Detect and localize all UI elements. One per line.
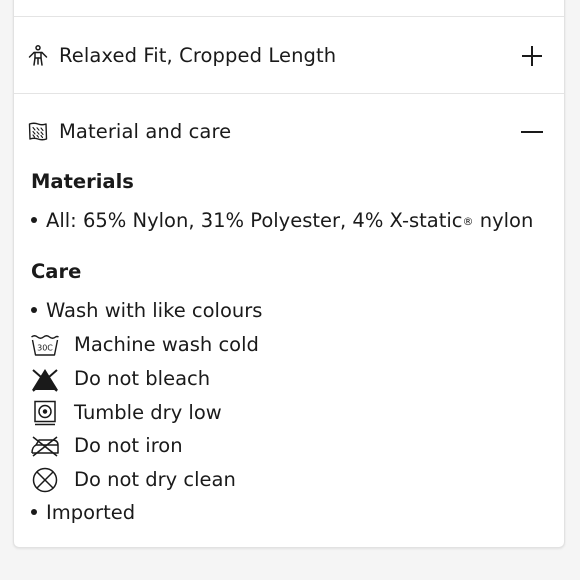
materials-item: All: 65% Nylon, 31% Polyester, 4% X-stat…	[31, 207, 533, 235]
care-item-label: Do not iron	[74, 434, 183, 457]
svg-text:30C: 30C	[37, 344, 53, 353]
wash-30-icon: 30C	[31, 335, 59, 356]
accordion-material[interactable]: Material and care	[14, 112, 564, 152]
care-item-label: Wash with like colours	[46, 299, 263, 322]
tumble-dry-low-icon	[34, 400, 56, 426]
no-bleach-icon	[32, 369, 58, 392]
care-item-imported: Imported	[31, 499, 135, 527]
materials-heading: Materials	[31, 170, 134, 193]
bullet	[31, 508, 37, 515]
materials-item-tail: nylon	[473, 209, 534, 232]
no-dry-clean-icon	[32, 467, 58, 493]
care-item-wash-colours: Wash with like colours	[31, 297, 262, 325]
care-item-label: Machine wash cold	[74, 333, 259, 356]
materials-item-text: All: 65% Nylon, 31% Polyester, 4% X-stat…	[46, 209, 463, 232]
accordion-fit[interactable]: Relaxed Fit, Cropped Length	[14, 36, 564, 76]
no-iron-icon	[31, 436, 59, 457]
care-item-label: Do not dry clean	[74, 468, 236, 491]
accordion-fit-title: Relaxed Fit, Cropped Length	[59, 44, 337, 67]
care-item-label: Tumble dry low	[74, 401, 222, 424]
divider	[14, 93, 564, 94]
care-item-label: Do not bleach	[74, 367, 211, 390]
registered-mark: ®	[462, 215, 474, 228]
fabric-tag-icon	[28, 122, 48, 141]
bullet	[31, 306, 37, 313]
plus-icon[interactable]	[520, 44, 544, 68]
care-item-label: Imported	[46, 501, 136, 524]
divider	[14, 16, 564, 17]
person-icon	[28, 45, 48, 66]
minus-icon[interactable]	[520, 120, 544, 144]
bullet	[31, 216, 37, 223]
accordion-material-title: Material and care	[59, 120, 232, 143]
care-heading: Care	[31, 260, 82, 283]
product-details-card: Relaxed Fit, Cropped Length Material and…	[13, 0, 565, 548]
